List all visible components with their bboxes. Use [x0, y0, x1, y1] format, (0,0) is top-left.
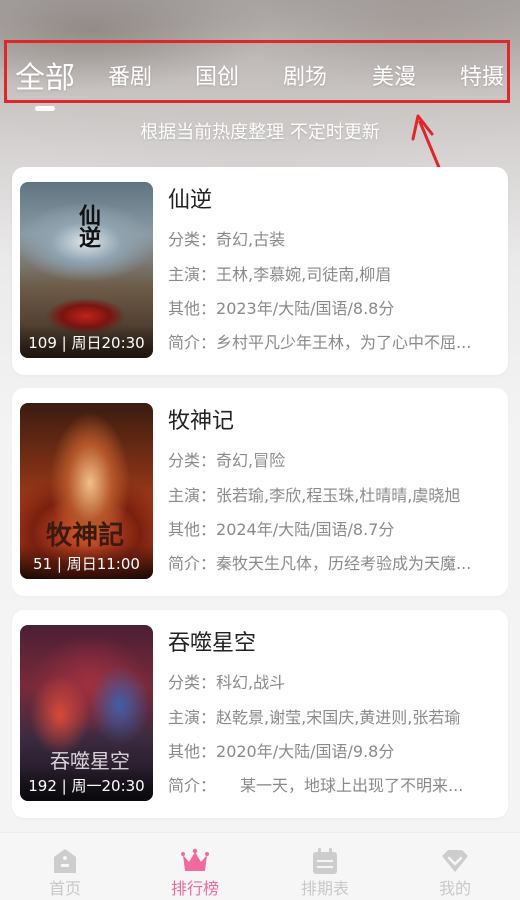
- other-line: 其他：2023年/大陆/国语/8.8分: [168, 299, 395, 318]
- poster-image[interactable]: 吞噬星空 192 | 周一20:30: [20, 625, 153, 801]
- episode-schedule: 192 | 周一20:30: [20, 767, 153, 801]
- category-line: 分类：奇幻,冒险: [168, 451, 286, 470]
- nav-schedule[interactable]: 排期表: [260, 833, 390, 900]
- crown-icon: [181, 848, 209, 871]
- nav-label: 我的: [438, 879, 471, 898]
- poster-image[interactable]: 牧神記 51 | 周日11:00: [20, 403, 153, 579]
- other-line: 其他：2020年/大陆/国语/9.8分: [168, 742, 395, 761]
- anime-title[interactable]: 牧神记: [168, 403, 234, 435]
- category-line: 分类：奇幻,古装: [168, 230, 286, 249]
- calendar-icon: [313, 848, 337, 874]
- nav-ranking[interactable]: 排行榜: [130, 833, 260, 900]
- anime-title[interactable]: 仙逆: [168, 182, 212, 214]
- nav-label: 排行榜: [170, 879, 219, 898]
- nav-mine[interactable]: 我的: [390, 833, 520, 900]
- intro-line: 简介： 某一天，地球上出现了不明来...: [168, 776, 464, 795]
- cast-line: 主演：赵乾景,谢莹,宋国庆,黄进则,张若瑜: [168, 708, 461, 727]
- tab-fanju[interactable]: 番剧: [108, 59, 152, 91]
- cast-line: 主演：张若瑜,李欣,程玉珠,杜晴晴,虞晓旭: [168, 486, 461, 505]
- tab-guochuang[interactable]: 国创: [195, 59, 239, 91]
- nav-label: 排期表: [300, 879, 349, 898]
- tab-teshe[interactable]: 特摄: [460, 59, 504, 91]
- anime-card[interactable]: 牧神記 51 | 周日11:00 牧神记 分类：奇幻,冒险 主演：张若瑜,李欣,…: [12, 388, 508, 596]
- ranking-subtitle: 根据当前热度整理 不定时更新: [140, 122, 380, 143]
- tab-juchang[interactable]: 剧场: [283, 59, 327, 91]
- bottom-nav: 首页 排行榜 排期表 我的: [0, 832, 520, 900]
- poster-image[interactable]: 仙逆 109 | 周日20:30: [20, 182, 153, 358]
- category-tabs: 全部 番剧 国创 剧场 美漫 特摄: [4, 40, 510, 111]
- cast-line: 主演：王林,李慕婉,司徒南,柳眉: [168, 265, 392, 284]
- poster-logo: 仙逆: [75, 204, 101, 248]
- nav-home[interactable]: 首页: [0, 833, 130, 900]
- episode-schedule: 51 | 周日11:00: [20, 545, 153, 579]
- home-icon: [54, 849, 76, 873]
- other-line: 其他：2024年/大陆/国语/8.7分: [168, 520, 395, 539]
- anime-card[interactable]: 吞噬星空 192 | 周一20:30 吞噬星空 分类：科幻,战斗 主演：赵乾景,…: [12, 610, 508, 818]
- category-line: 分类：科幻,战斗: [168, 673, 286, 692]
- intro-line: 简介：秦牧天生凡体，历经考验成为天魔...: [168, 554, 472, 573]
- nav-label: 首页: [48, 879, 81, 898]
- anime-title[interactable]: 吞噬星空: [168, 625, 256, 657]
- tab-all[interactable]: 全部: [15, 53, 75, 111]
- anime-card[interactable]: 仙逆 109 | 周日20:30 仙逆 分类：奇幻,古装 主演：王林,李慕婉,司…: [12, 167, 508, 375]
- tab-meiman[interactable]: 美漫: [372, 59, 416, 91]
- diamond-icon: [442, 850, 468, 872]
- intro-line: 简介：乡村平凡少年王林，为了心中不屈...: [168, 333, 472, 352]
- episode-schedule: 109 | 周日20:30: [20, 324, 153, 358]
